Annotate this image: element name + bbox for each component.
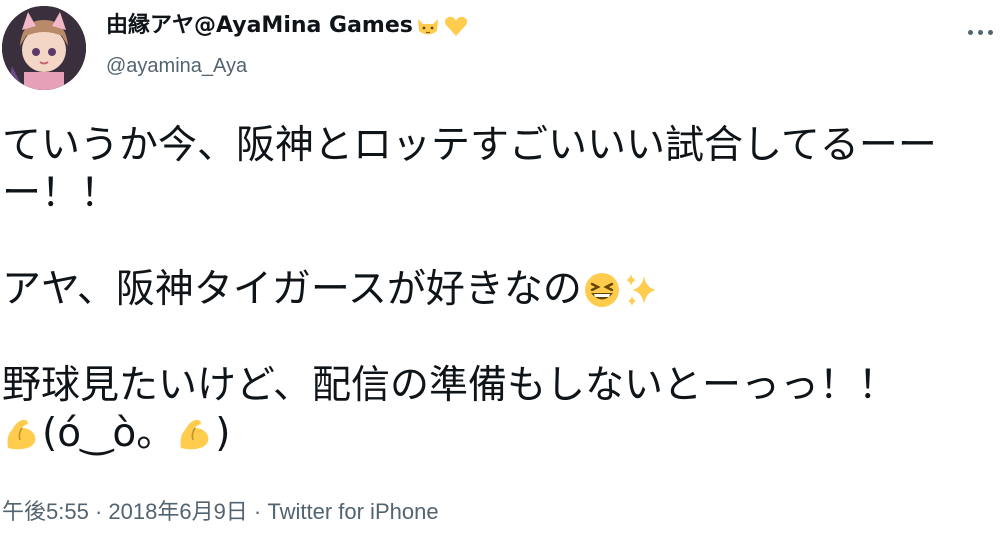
separator: ·	[247, 499, 268, 524]
tweet-line-text: アヤ、阪神タイガースが好きなの	[2, 267, 582, 312]
tweet-header: 由縁アヤ@AyaMina Games @ayamina_Aya	[106, 10, 469, 82]
tweet-line: (ό‿ὸ。 )	[2, 410, 1002, 458]
yellow-heart-icon	[444, 16, 467, 36]
flexed-biceps-icon	[7, 419, 36, 450]
tweet-line: ていうか今、阪神とロッテすごいいい試合してるーー	[2, 123, 937, 168]
cat-face-icon	[417, 19, 438, 35]
more-options-button[interactable]	[962, 22, 998, 42]
display-name-text: 由縁アヤ@AyaMina Games	[106, 13, 413, 38]
dot	[967, 29, 973, 35]
grinning-squinting-face-icon	[584, 273, 619, 307]
tweet-source-link[interactable]: Twitter for iPhone	[267, 499, 438, 524]
kaomoji-text: (ό‿ὸ。	[42, 411, 176, 456]
tweet-text: ていうか今、阪神とロッテすごいいい試合してるーー ー！！ アヤ、阪神タイガースが…	[2, 122, 1002, 458]
flexed-biceps-icon	[180, 419, 209, 450]
display-name[interactable]: 由縁アヤ@AyaMina Games	[106, 10, 469, 42]
separator: ·	[88, 499, 109, 524]
tweet-line: 野球見たいけど、配信の準備もしないとーっっ！！	[2, 363, 898, 408]
avatar[interactable]	[2, 6, 86, 90]
tweet-card: 由縁アヤ@AyaMina Games @ayamina_Aya ていうか今、阪神…	[0, 0, 1008, 536]
tweet-line: アヤ、阪神タイガースが好きなの	[2, 266, 1002, 314]
tweet-meta: 午後5:55 · 2018年6月9日 · Twitter for iPhone	[2, 497, 439, 527]
handle[interactable]: @ayamina_Aya	[106, 50, 469, 82]
tweet-time-link[interactable]: 午後5:55 · 2018年6月9日	[2, 499, 248, 524]
dot	[977, 29, 983, 35]
sparkles-icon	[625, 274, 656, 306]
tweet-time: 午後5:55	[2, 499, 89, 524]
dot	[987, 29, 993, 35]
tweet-line: ー！！	[2, 171, 120, 216]
kaomoji-close: )	[215, 411, 231, 456]
tweet-date: 2018年6月9日	[108, 499, 248, 524]
